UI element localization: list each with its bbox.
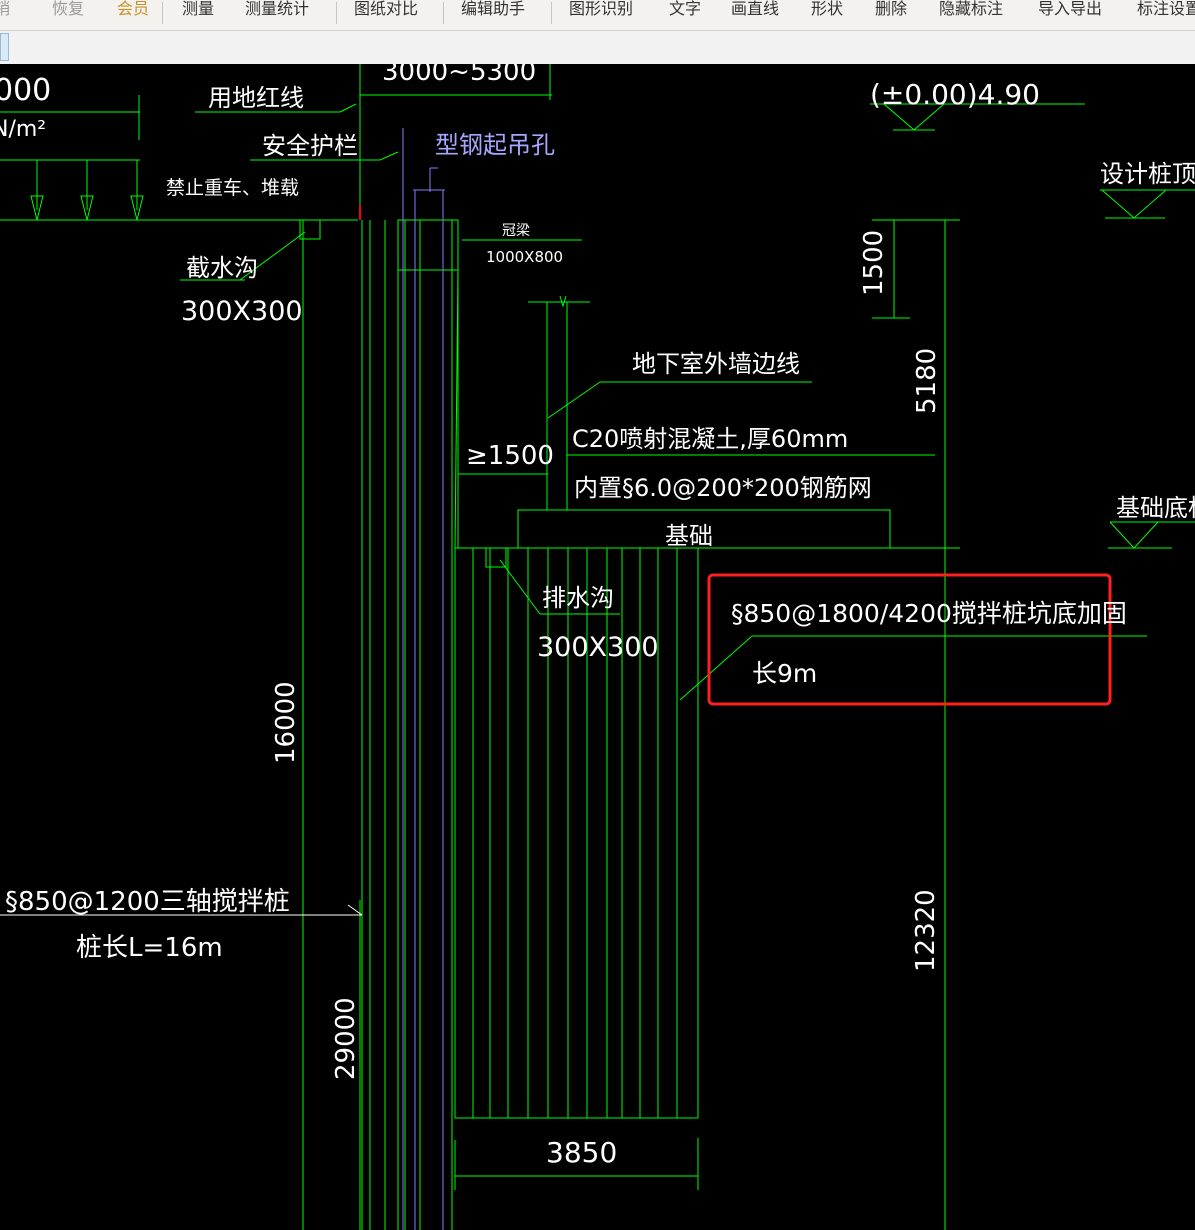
cap-beam-label: 冠梁: [502, 223, 530, 239]
cap-beam-size: 1000X800: [486, 248, 563, 266]
cut-ditch-label: 截水沟: [186, 254, 258, 282]
foundation-bottom-label: 基础底标高: [1116, 494, 1195, 522]
dim-16000: 16000: [271, 681, 301, 764]
drain-ditch-label: 排水沟: [542, 584, 614, 612]
dim-1500-horizontal: ≥1500: [466, 441, 554, 471]
guardrail-label: 安全护栏: [262, 132, 358, 160]
red-line-label: 用地红线: [208, 84, 304, 112]
dim-29000: 29000: [331, 997, 361, 1080]
top-dimension: 3000~5300: [382, 57, 536, 87]
triaxial-pile-label: §850@1200三轴搅拌桩: [5, 887, 290, 917]
cut-ditch-size: 300X300: [181, 296, 303, 327]
basement-wall-label: 地下室外墙边线: [632, 350, 800, 378]
drain-ditch-size: 300X300: [537, 632, 659, 663]
dim-5180: 5180: [912, 348, 942, 414]
design-pile-top-label: 设计桩顶标高: [1100, 160, 1195, 188]
dim-1500-vertical: 1500: [859, 230, 889, 296]
pile-length-label: 桩长L=16m: [76, 933, 223, 963]
reinforce-label: §850@1800/4200搅拌桩坑底加固: [731, 599, 1127, 628]
load-unit: N/m²: [0, 117, 46, 142]
lift-hole-label: 型钢起吊孔: [435, 131, 555, 159]
load-value: 000: [0, 73, 51, 108]
cad-drawing: 000 N/m² 3000~5300 用地红线 安全护栏 禁止重车、堆载 型钢起…: [0, 57, 1195, 1230]
shotcrete-label: C20喷射混凝土,厚60mm: [572, 425, 848, 453]
mesh-label: 内置§6.0@200*200钢筋网: [574, 474, 872, 502]
dim-12320: 12320: [911, 889, 941, 972]
reinforce-length: 长9m: [752, 659, 817, 688]
blue-linework: [402, 128, 445, 1230]
dim-3850: 3850: [546, 1136, 617, 1169]
elevation-top: (±0.00)4.90: [870, 78, 1040, 111]
foundation-label: 基础: [665, 522, 713, 550]
annotations: 000 N/m² 3000~5300 用地红线 安全护栏 禁止重车、堆载 型钢起…: [0, 57, 1195, 1169]
no-heavy-label: 禁止重车、堆载: [166, 177, 299, 199]
